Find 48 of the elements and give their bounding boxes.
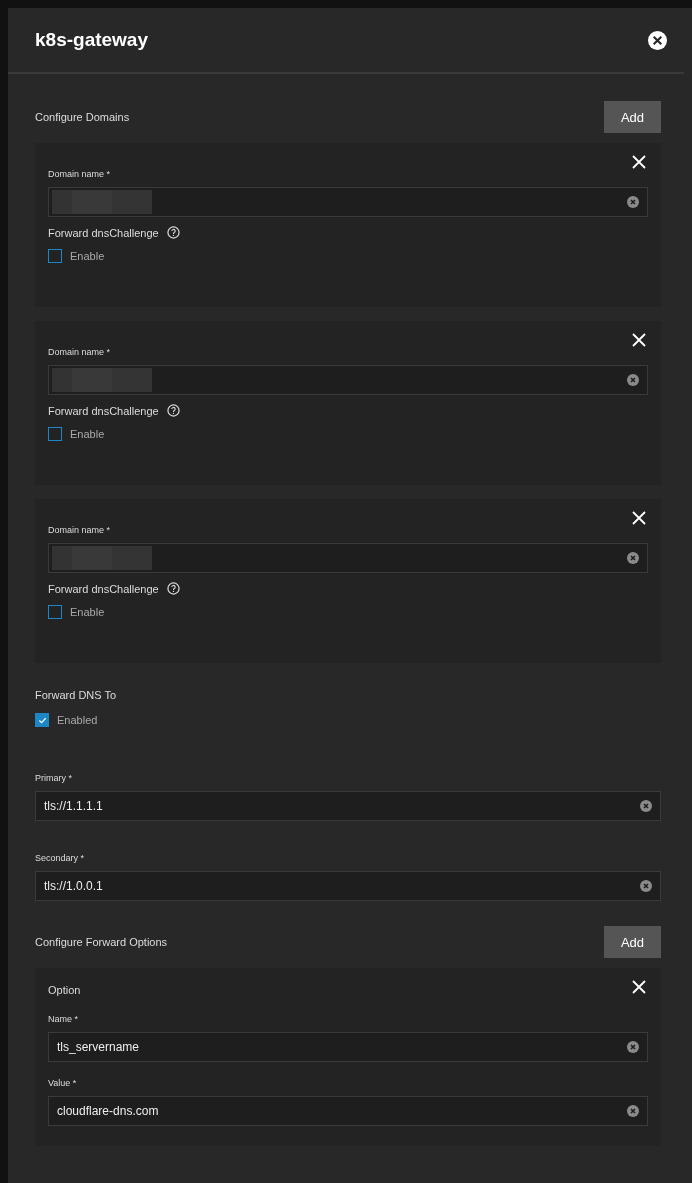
input-field[interactable]: cloudflare-dns.com xyxy=(48,1096,648,1126)
section-label: Configure Forward Options xyxy=(35,936,168,948)
checkbox-label: Enable xyxy=(70,428,105,440)
help-icon[interactable] xyxy=(166,226,180,239)
field-label: Domain name * xyxy=(48,347,112,357)
close-icon[interactable] xyxy=(632,155,646,169)
clear-icon[interactable] xyxy=(640,800,652,812)
add-button[interactable]: Add xyxy=(604,926,661,958)
field-label: Domain name * xyxy=(48,169,112,179)
checkbox-label: Enabled xyxy=(57,714,98,726)
section-label: Configure Domains xyxy=(35,111,130,123)
clear-icon[interactable] xyxy=(627,552,639,564)
field-label: Secondary * xyxy=(35,853,86,863)
add-button[interactable]: Add xyxy=(604,101,661,133)
field-label: Primary * xyxy=(35,773,73,783)
field-label: Name * xyxy=(48,1014,79,1024)
input-field[interactable]: tls_servername xyxy=(48,1032,648,1062)
checkbox[interactable] xyxy=(48,249,62,263)
close-icon[interactable] xyxy=(648,30,667,50)
close-icon[interactable] xyxy=(632,980,646,994)
checkbox-label: Enable xyxy=(70,606,105,618)
clear-icon[interactable] xyxy=(627,196,639,208)
clear-icon[interactable] xyxy=(640,880,652,892)
close-icon[interactable] xyxy=(632,333,646,347)
clear-icon[interactable] xyxy=(627,1041,639,1053)
card-title: Option xyxy=(48,984,81,996)
dialog-title: k8s-gateway xyxy=(35,29,148,51)
checkbox[interactable] xyxy=(48,605,62,619)
help-icon[interactable] xyxy=(166,404,180,417)
input-field[interactable]: tls://1.0.0.1 xyxy=(35,871,661,901)
checkbox[interactable] xyxy=(48,427,62,441)
help-icon[interactable] xyxy=(166,582,180,595)
field-label: Forward dnsChallenge xyxy=(48,404,159,417)
checkbox-label: Enable xyxy=(70,250,105,262)
checkbox[interactable] xyxy=(35,713,49,727)
close-icon[interactable] xyxy=(632,511,646,525)
clear-icon[interactable] xyxy=(627,374,639,386)
section-label: Forward DNS To xyxy=(35,689,117,701)
input-field[interactable] xyxy=(48,187,648,217)
field-label: Forward dnsChallenge xyxy=(48,226,159,239)
field-label: Domain name * xyxy=(48,525,112,535)
clear-icon[interactable] xyxy=(627,1105,639,1117)
checkmark-icon xyxy=(37,715,47,725)
input-field[interactable] xyxy=(48,365,648,395)
input-field[interactable] xyxy=(48,543,648,573)
field-label: Forward dnsChallenge xyxy=(48,582,159,595)
field-label: Value * xyxy=(48,1078,78,1088)
input-field[interactable]: tls://1.1.1.1 xyxy=(35,791,661,821)
